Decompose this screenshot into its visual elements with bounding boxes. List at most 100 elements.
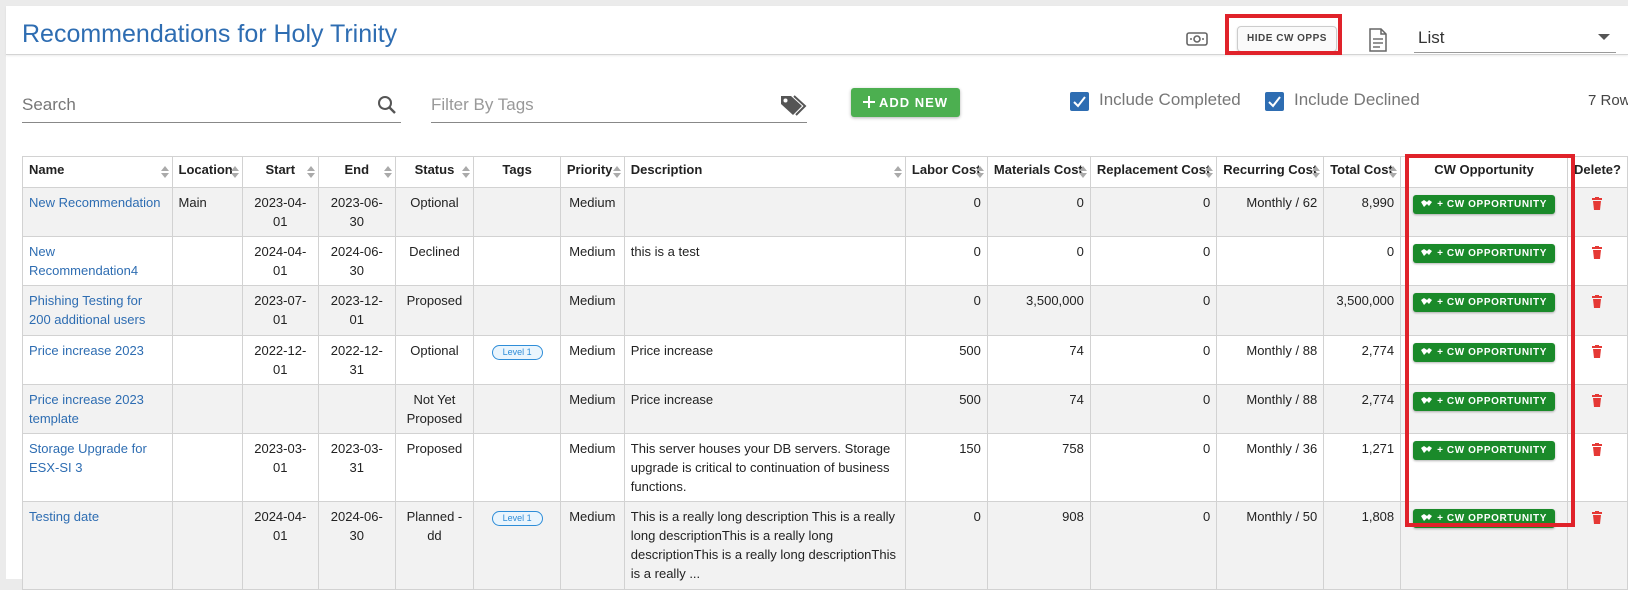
- tags-placeholder: Filter By Tags: [431, 95, 534, 114]
- cw-opportunity-button[interactable]: + CW OPPORTUNITY: [1413, 441, 1555, 460]
- money-icon[interactable]: [1186, 32, 1208, 46]
- handshake-icon: [1421, 514, 1433, 521]
- column-label: Total Cost: [1330, 162, 1393, 177]
- end-cell: 2023-06-30: [318, 187, 396, 237]
- delete-cell: [1566, 236, 1628, 286]
- trash-icon[interactable]: [1592, 295, 1603, 308]
- replacement-cost-cell: 0: [1089, 335, 1218, 385]
- sort-icon: [307, 166, 316, 178]
- recommendation-link[interactable]: Storage Upgrade for ESX-SI 3: [29, 441, 147, 475]
- cw-opportunity-label: + CW OPPORTUNITY: [1437, 248, 1547, 259]
- delete-cell: [1566, 335, 1628, 385]
- include-declined-checkbox[interactable]: [1265, 92, 1284, 111]
- cw-opportunity-button[interactable]: + CW OPPORTUNITY: [1413, 343, 1555, 362]
- materials-cost-cell: 3,500,000: [986, 285, 1091, 336]
- recommendation-link[interactable]: Phishing Testing for 200 additional user…: [29, 293, 145, 327]
- location-cell: [171, 384, 243, 434]
- labor-cost-cell: 0: [904, 285, 988, 336]
- delete-cell: [1566, 433, 1628, 502]
- labor-cost-cell: 500: [904, 384, 988, 434]
- rows-count: 7 Rows: [1588, 92, 1628, 109]
- trash-icon[interactable]: [1592, 345, 1603, 358]
- sort-icon: [230, 166, 239, 178]
- recommendation-link[interactable]: New Recommendation4: [29, 244, 138, 278]
- status-cell: Declined: [394, 236, 475, 286]
- view-select[interactable]: List: [1414, 22, 1616, 53]
- recommendation-link[interactable]: Price increase 2023: [29, 343, 144, 358]
- table-row[interactable]: Testing date 2024-04-01 2024-06-30 Plann…: [22, 501, 1628, 590]
- add-new-button[interactable]: ADD NEW: [851, 88, 960, 117]
- start-cell: 2023-04-01: [241, 187, 320, 237]
- column-header[interactable]: Replacement Cost: [1089, 156, 1218, 188]
- status-cell: Optional: [394, 335, 475, 385]
- location-cell: [171, 433, 243, 502]
- recommendation-link[interactable]: Price increase 2023 template: [29, 392, 144, 426]
- column-label: Priority: [566, 162, 613, 177]
- recommendation-link[interactable]: New Recommendation: [29, 195, 161, 210]
- cw-opportunity-button[interactable]: + CW OPPORTUNITY: [1413, 392, 1555, 411]
- column-header[interactable]: CW Opportunity: [1400, 156, 1568, 188]
- replacement-cost-cell: 0: [1089, 501, 1218, 590]
- tags-filter-input[interactable]: Filter By Tags: [431, 89, 807, 123]
- column-header[interactable]: Tags: [473, 156, 561, 188]
- trash-icon[interactable]: [1592, 511, 1603, 524]
- search-input[interactable]: Search: [22, 89, 401, 123]
- end-cell: 2022-12-31: [318, 335, 396, 385]
- location-cell: [171, 236, 243, 286]
- description-cell: this is a test: [623, 236, 906, 286]
- handshake-icon: [1421, 249, 1433, 256]
- column-header[interactable]: Name: [22, 156, 173, 188]
- column-header[interactable]: Description: [623, 156, 906, 188]
- add-new-label: ADD NEW: [878, 95, 949, 110]
- description-cell: Price increase: [623, 335, 906, 385]
- trash-icon[interactable]: [1592, 246, 1603, 259]
- column-header[interactable]: End: [318, 156, 396, 188]
- location-cell: [171, 335, 243, 385]
- trash-icon[interactable]: [1592, 394, 1603, 407]
- cw-opportunity-button[interactable]: + CW OPPORTUNITY: [1413, 244, 1555, 263]
- trash-icon[interactable]: [1592, 443, 1603, 456]
- cw-opportunity-cell: + CW OPPORTUNITY: [1400, 384, 1568, 434]
- column-header[interactable]: Priority: [559, 156, 625, 188]
- cw-opportunity-button[interactable]: + CW OPPORTUNITY: [1413, 195, 1555, 214]
- column-header[interactable]: Total Cost: [1323, 156, 1402, 188]
- description-cell: This server houses your DB servers. Stor…: [623, 433, 906, 502]
- description-cell: [623, 187, 906, 237]
- column-label: Materials Cost: [993, 162, 1083, 177]
- trash-icon[interactable]: [1592, 197, 1603, 210]
- recommendation-link[interactable]: Testing date: [29, 509, 99, 524]
- column-header[interactable]: Materials Cost: [986, 156, 1091, 188]
- cw-opportunity-button[interactable]: + CW OPPORTUNITY: [1413, 509, 1555, 528]
- highlight-box-hide-cw: [1225, 14, 1342, 55]
- start-cell: [241, 384, 320, 434]
- tag-badge[interactable]: Level 1: [491, 345, 543, 360]
- column-header[interactable]: Labor Cost: [904, 156, 988, 188]
- table-row[interactable]: Price increase 2023 template Not Yet Pro…: [22, 384, 1628, 434]
- column-header[interactable]: Start: [241, 156, 320, 188]
- table-row[interactable]: New Recommendation4 2024-04-01 2024-06-3…: [22, 236, 1628, 286]
- tag-badge[interactable]: Level 1: [491, 511, 543, 526]
- cw-opportunity-label: + CW OPPORTUNITY: [1437, 199, 1547, 210]
- check-icon: [1073, 96, 1086, 108]
- priority-cell: Medium: [559, 285, 625, 336]
- delete-cell: [1566, 384, 1628, 434]
- location-cell: [171, 285, 243, 336]
- total-cost-cell: 1,271: [1323, 433, 1402, 502]
- cw-opportunity-button[interactable]: + CW OPPORTUNITY: [1413, 293, 1555, 312]
- table-row[interactable]: Price increase 2023 2022-12-01 2022-12-3…: [22, 335, 1628, 385]
- column-header[interactable]: Location: [171, 156, 243, 188]
- cw-opportunity-label: + CW OPPORTUNITY: [1437, 396, 1547, 407]
- table-row[interactable]: Storage Upgrade for ESX-SI 3 2023-03-01 …: [22, 433, 1628, 502]
- recurring-cost-cell: Monthly / 88: [1216, 384, 1325, 434]
- start-cell: 2024-04-01: [241, 501, 320, 590]
- recurring-cost-cell: Monthly / 50: [1216, 501, 1325, 590]
- document-icon[interactable]: [1368, 28, 1388, 52]
- table-row[interactable]: New Recommendation Main 2023-04-01 2023-…: [22, 187, 1628, 237]
- include-completed-checkbox[interactable]: [1070, 92, 1089, 111]
- delete-cell: [1566, 501, 1628, 590]
- table-row[interactable]: Phishing Testing for 200 additional user…: [22, 285, 1628, 336]
- start-cell: 2023-03-01: [241, 433, 320, 502]
- column-header[interactable]: Recurring Cost: [1216, 156, 1325, 188]
- replacement-cost-cell: 0: [1089, 187, 1218, 237]
- column-header[interactable]: Status: [394, 156, 475, 188]
